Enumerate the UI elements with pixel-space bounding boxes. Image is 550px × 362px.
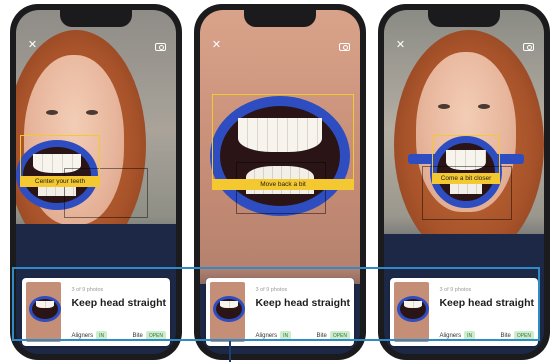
close-icon[interactable]: ✕ — [395, 40, 406, 51]
guidance-banner: Center your teeth — [20, 176, 100, 187]
close-icon[interactable]: ✕ — [211, 40, 222, 51]
subject-eye — [438, 104, 450, 109]
phone-notch — [60, 10, 132, 27]
camera-switch-icon[interactable] — [155, 43, 166, 51]
guidance-banner: Move back a bit — [212, 179, 354, 190]
close-icon[interactable]: ✕ — [27, 40, 38, 51]
subject-eye — [478, 104, 490, 109]
camera-switch-icon[interactable] — [523, 43, 534, 51]
callout-pointer-line — [229, 341, 231, 362]
phone-notch — [244, 10, 316, 27]
subject-eye — [46, 110, 58, 115]
cards-highlight-frame — [12, 267, 540, 341]
subject-eye — [86, 110, 98, 115]
phone-notch — [428, 10, 500, 27]
guidance-banner: Come a bit closer — [432, 173, 500, 184]
mouth-guide-box — [212, 94, 354, 190]
camera-switch-icon[interactable] — [339, 43, 350, 51]
